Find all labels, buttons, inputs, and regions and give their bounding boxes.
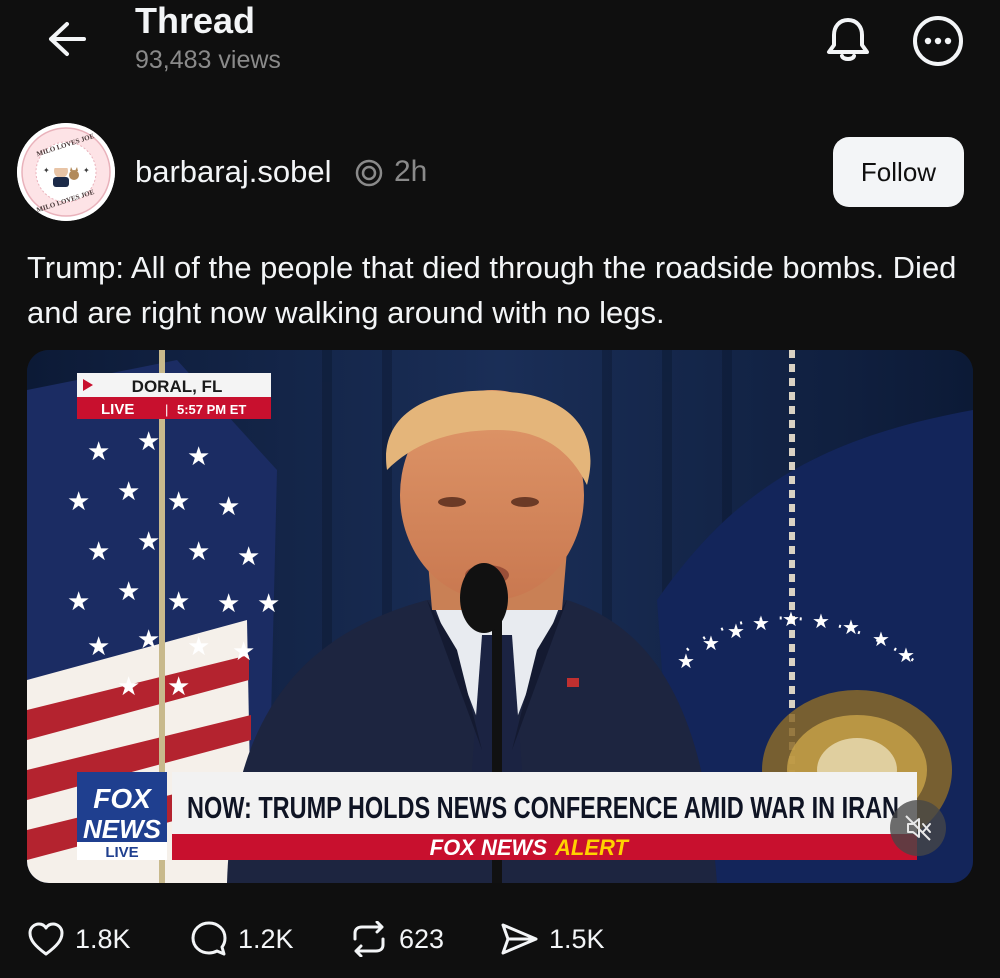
svg-text:★: ★	[117, 672, 140, 702]
svg-text:★: ★	[167, 587, 190, 617]
svg-text:|: |	[165, 402, 168, 417]
svg-text:★: ★	[137, 625, 160, 655]
speaker-muted-icon	[905, 815, 931, 841]
svg-text:★: ★	[187, 442, 210, 472]
username-link[interactable]: barbaraj.sobel	[135, 153, 331, 191]
svg-text:★: ★	[232, 637, 255, 667]
svg-text:★: ★	[752, 611, 770, 635]
svg-text:★: ★	[782, 607, 800, 631]
headline: NOW: TRUMP HOLDS NEWS CONFERENCE AMID WA…	[187, 790, 899, 825]
live-label: LIVE	[101, 401, 134, 418]
video-player[interactable]: ★ ★ ★ ★ ★ ★ ★ ★ ★ ★ ★ ★ ★ ★ ★ ★ ★ ★ ★ ★ ★ ★ ★ ★ ★ ★ ★ ★ ★ ★ ★	[27, 350, 973, 883]
svg-text:★: ★	[187, 537, 210, 567]
svg-text:★: ★	[117, 577, 140, 607]
page-title: Thread	[135, 0, 256, 41]
network-bottom: NEWS	[83, 814, 162, 844]
location-label: DORAL, FL	[132, 377, 223, 396]
svg-text:★: ★	[187, 632, 210, 662]
live-time: 5:57 PM ET	[177, 402, 246, 417]
notifications-button[interactable]	[822, 13, 874, 65]
share-count: 1.5K	[549, 924, 605, 954]
post-text: Trump: All of the people that died throu…	[27, 250, 957, 330]
svg-text:★: ★	[702, 631, 720, 655]
heart-icon	[28, 922, 64, 956]
bell-icon	[827, 18, 869, 61]
svg-text:★: ★	[87, 632, 110, 662]
video-frame: ★ ★ ★ ★ ★ ★ ★ ★ ★ ★ ★ ★ ★ ★ ★ ★ ★ ★ ★ ★ ★ ★ ★★ ★ ★ ★ ★ ★ ★★	[27, 350, 973, 883]
follow-button[interactable]: Follow	[833, 137, 964, 207]
avatar-image: MILO LOVES JOE MILO LOVES JOE ✦ ✦	[17, 123, 115, 221]
repost-count: 623	[399, 924, 445, 954]
arrow-left-icon	[49, 22, 86, 56]
alert-suffix: ALERT	[554, 835, 629, 860]
svg-text:★: ★	[812, 609, 830, 633]
svg-text:★: ★	[237, 542, 260, 572]
svg-text:★: ★	[87, 537, 110, 567]
network-top: FOX	[93, 783, 153, 814]
svg-text:★: ★	[67, 587, 90, 617]
repost-icon	[353, 921, 385, 957]
svg-text:✦: ✦	[43, 166, 50, 175]
svg-text:★: ★	[167, 672, 190, 702]
svg-text:★: ★	[217, 589, 240, 619]
avatar[interactable]: MILO LOVES JOE MILO LOVES JOE ✦ ✦	[17, 123, 115, 221]
unmute-button[interactable]	[890, 800, 946, 856]
network-live: LIVE	[105, 844, 138, 861]
svg-text:★: ★	[872, 627, 890, 651]
svg-text:★: ★	[137, 527, 160, 557]
reply-count: 1.2K	[238, 924, 294, 954]
svg-text:★: ★	[217, 492, 240, 522]
share-button[interactable]: 1.5K	[499, 915, 605, 963]
reply-button[interactable]: 1.2K	[190, 915, 294, 963]
like-count: 1.8K	[75, 924, 131, 954]
alert-prefix: FOX NEWS	[430, 835, 548, 860]
svg-text:★: ★	[257, 589, 280, 619]
post-timestamp: 2h	[394, 155, 428, 188]
threads-icon	[354, 158, 384, 188]
like-button[interactable]: 1.8K	[27, 915, 131, 963]
svg-text:★: ★	[677, 649, 695, 673]
svg-text:★: ★	[897, 643, 915, 667]
comment-icon	[191, 921, 227, 956]
svg-text:★: ★	[117, 477, 140, 507]
svg-text:★: ★	[67, 487, 90, 517]
svg-text:★: ★	[87, 437, 110, 467]
svg-text:✦: ✦	[83, 166, 90, 175]
svg-text:★: ★	[727, 619, 745, 643]
more-options-button[interactable]	[910, 13, 966, 69]
send-icon	[501, 923, 538, 955]
view-count: 93,483 views	[135, 46, 281, 74]
svg-text:★: ★	[842, 615, 860, 639]
back-button[interactable]	[38, 14, 96, 64]
more-icon	[913, 16, 963, 66]
repost-button[interactable]: 623	[349, 915, 444, 963]
svg-text:★: ★	[137, 427, 160, 457]
svg-text:★: ★	[167, 487, 190, 517]
